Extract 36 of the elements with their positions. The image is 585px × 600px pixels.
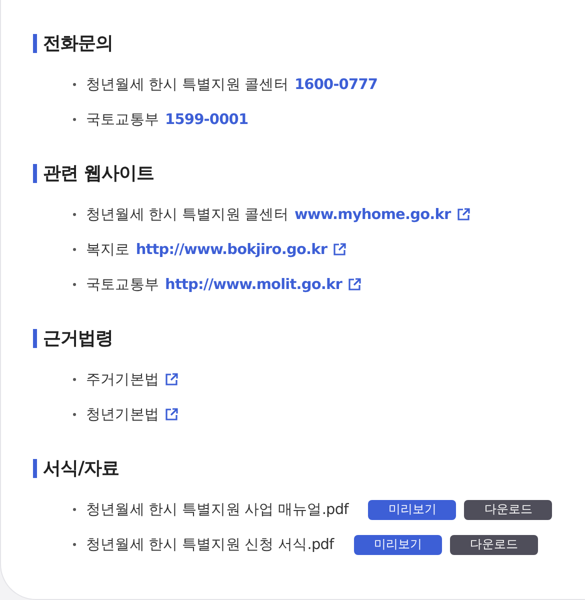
bullet-icon [73, 248, 76, 251]
file-name: 청년월세 한시 특별지원 신청 서식.pdf [86, 536, 334, 554]
file-name: 청년월세 한시 특별지원 사업 매뉴얼.pdf [86, 501, 348, 519]
site-name: 청년월세 한시 특별지원 콜센터 [86, 206, 288, 224]
bullet-icon [73, 508, 76, 511]
section-heading: 전화문의 [33, 34, 565, 53]
section-heading: 서식/자료 [33, 459, 565, 478]
external-link-icon[interactable] [348, 278, 362, 291]
download-button[interactable]: 다운로드 [464, 500, 552, 520]
preview-button[interactable]: 미리보기 [368, 500, 456, 520]
external-link-icon[interactable] [333, 243, 346, 256]
law-name: 주거기본법 [86, 371, 160, 389]
contact-text: 국토교통부 [86, 111, 160, 129]
bullet-icon [73, 378, 76, 381]
phone-number: 1599-0001 [165, 112, 248, 128]
site-name: 복지로 [86, 241, 130, 259]
bullet-icon [73, 413, 76, 416]
bullet-icon [73, 83, 76, 86]
external-link-icon[interactable] [165, 408, 178, 421]
bullet-icon [73, 283, 76, 286]
bullet-icon [73, 118, 76, 121]
phone-number: 1600-0777 [294, 76, 378, 92]
external-link-icon[interactable] [165, 373, 178, 386]
download-button[interactable]: 다운로드 [450, 534, 538, 554]
contact-text: 청년월세 한시 특별지원 콜센터 [86, 76, 288, 94]
website-link[interactable]: http://www.bokjiro.go.kr [136, 242, 328, 258]
external-link-icon[interactable] [456, 208, 470, 221]
section-heading: 근거법령 [33, 329, 565, 348]
website-link[interactable]: http://www.molit.go.kr [165, 276, 342, 292]
section-heading: 관련 웹사이트 [33, 164, 565, 183]
website-link[interactable]: www.myhome.go.kr [294, 206, 451, 222]
bullet-icon [73, 543, 76, 546]
site-name: 국토교통부 [86, 276, 160, 294]
preview-button[interactable]: 미리보기 [354, 534, 442, 554]
bullet-icon [73, 213, 76, 216]
law-name: 청년기본법 [86, 406, 160, 424]
